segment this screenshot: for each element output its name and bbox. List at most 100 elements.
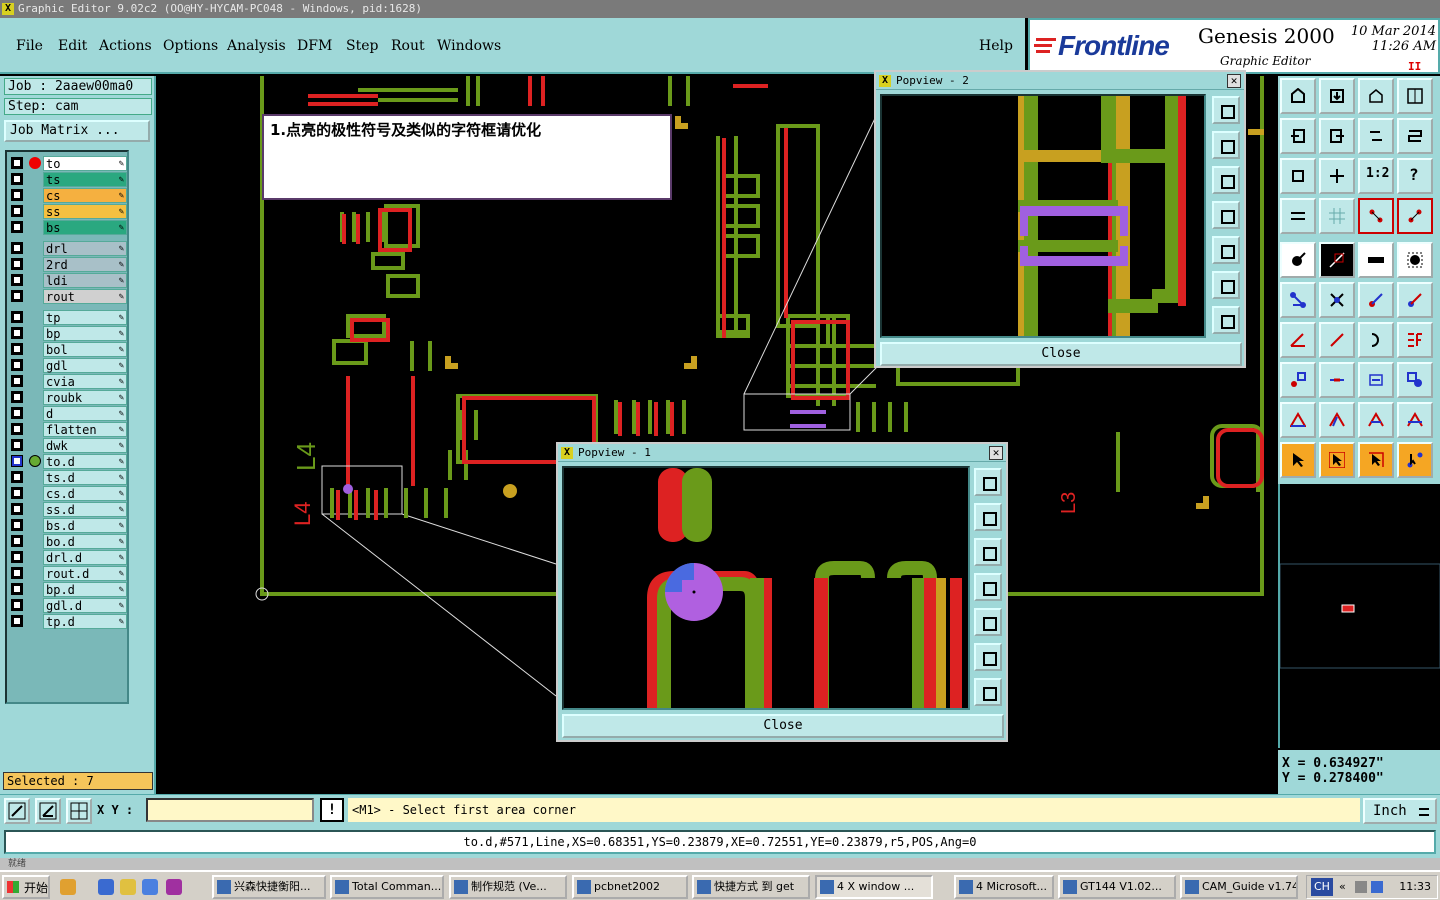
tray-chevron-icon[interactable]: « (1339, 876, 1346, 898)
layer-checkbox[interactable] (11, 535, 23, 547)
home-view-button[interactable] (1358, 78, 1394, 114)
layer-checkbox[interactable] (11, 487, 23, 499)
layer-row-ts-d[interactable]: ts.d ✎ (9, 470, 127, 485)
layer-checkbox[interactable] (11, 407, 23, 419)
select-pointer-button[interactable] (1280, 442, 1316, 478)
popview-1-canvas[interactable] (562, 466, 970, 710)
route-button[interactable] (1358, 282, 1394, 318)
menu-step[interactable]: Step (346, 38, 378, 54)
menu-help[interactable]: Help (979, 38, 1013, 54)
layer-checkbox[interactable] (11, 173, 23, 185)
popview-pan-right-button[interactable] (1212, 236, 1240, 264)
ruler-button[interactable] (1358, 242, 1394, 278)
shape-button[interactable] (1280, 362, 1316, 398)
popview-pan-up-button[interactable] (974, 503, 1002, 531)
layer-checkbox[interactable] (11, 311, 23, 323)
start-button[interactable]: 开始 (2, 875, 50, 899)
layer-checkbox[interactable] (11, 375, 23, 387)
layer-row-ldi[interactable]: ldi ✎ (9, 273, 127, 288)
job-matrix-button[interactable]: Job Matrix ... (4, 120, 150, 142)
layer-checkbox[interactable] (11, 391, 23, 403)
popview-zoom-out-button[interactable] (974, 678, 1002, 706)
layer-checkbox[interactable] (11, 274, 23, 286)
angle-button[interactable] (1280, 322, 1316, 358)
layer-checkbox[interactable] (11, 567, 23, 579)
layer-row-ss-d[interactable]: ss.d ✎ (9, 502, 127, 517)
net-highlight-button[interactable] (1358, 198, 1394, 234)
pan-right-button[interactable] (1319, 118, 1355, 154)
layer-checkbox[interactable] (11, 221, 23, 233)
popview-pan-left-button[interactable] (1212, 201, 1240, 229)
layer-checkbox[interactable] (11, 290, 23, 302)
ie-icon[interactable] (98, 879, 114, 895)
layer-row-bol[interactable]: bol ✎ (9, 342, 127, 357)
popview-zoom-in-button[interactable] (974, 643, 1002, 671)
group-button[interactable] (1397, 362, 1433, 398)
help-button[interactable]: ? (1397, 158, 1433, 194)
pause-icon[interactable]: II (1408, 60, 1421, 73)
taskbar-item[interactable]: 兴森快捷衡阳... (212, 875, 326, 899)
zoom-box-button[interactable] (4, 798, 30, 824)
draw-line-button[interactable] (1319, 242, 1355, 278)
popview-pan-left-button[interactable] (974, 573, 1002, 601)
text-button[interactable] (1397, 322, 1433, 358)
popview-zoom-out-button[interactable] (1212, 306, 1240, 334)
layer-row-gdl[interactable]: gdl ✎ (9, 358, 127, 373)
popview-zoom-fit-button[interactable] (974, 468, 1002, 496)
grid-toggle-button[interactable] (66, 798, 92, 824)
layer-row-drl-d[interactable]: drl.d ✎ (9, 550, 127, 565)
layer-row-to-d[interactable]: to.d ✎ (9, 454, 127, 469)
menu-options[interactable]: Options (163, 38, 218, 54)
layer-row-rout[interactable]: rout ✎ (9, 289, 127, 304)
triangle-tool-button[interactable] (1280, 402, 1316, 438)
layer-row-bs[interactable]: bs ✎ (9, 220, 127, 235)
input-language[interactable]: CH (1311, 878, 1333, 896)
triangle-tool-2-button[interactable] (1319, 402, 1355, 438)
popview-1-close-icon[interactable]: ✕ (989, 446, 1003, 460)
layer-row-cs[interactable]: cs ✎ (9, 188, 127, 203)
split-view-button[interactable] (1397, 78, 1433, 114)
route-2-button[interactable] (1397, 282, 1433, 318)
taskbar-item[interactable]: 4 Microsoft... (954, 875, 1054, 899)
menu-analysis[interactable]: Analysis (227, 38, 286, 54)
popview-2-close-icon[interactable]: ✕ (1227, 74, 1241, 88)
unit-selector[interactable]: Inch (1363, 798, 1437, 824)
xy-input[interactable] (146, 798, 314, 822)
layer-row-2rd[interactable]: 2rd ✎ (9, 257, 127, 272)
select-polygon-button[interactable] (1358, 442, 1394, 478)
layer-row-bs-d[interactable]: bs.d ✎ (9, 518, 127, 533)
layer-checkbox[interactable] (11, 157, 23, 169)
popview-2-close-button[interactable]: Close (880, 342, 1242, 366)
layer-checkbox[interactable] (11, 455, 23, 467)
zoom-1-2-button[interactable]: 1:2 (1358, 158, 1394, 194)
select-net-button[interactable] (1397, 442, 1433, 478)
measure-button[interactable] (1280, 242, 1316, 278)
snap-grid-button[interactable] (35, 798, 61, 824)
layer-row-ss[interactable]: ss ✎ (9, 204, 127, 219)
layer-row-ts[interactable]: ts ✎ (9, 172, 127, 187)
fit-screen-button[interactable] (1280, 158, 1316, 194)
layer-checkbox[interactable] (11, 615, 23, 627)
menu-dfm[interactable]: DFM (297, 38, 332, 54)
layer-checkbox[interactable] (11, 242, 23, 254)
snap-button[interactable] (1280, 198, 1316, 234)
popview-zoom-fit-button[interactable] (1212, 96, 1240, 124)
layer-row-tp[interactable]: tp ✎ (9, 310, 127, 325)
layer-row-cvia[interactable]: cvia ✎ (9, 374, 127, 389)
layer-row-bo-d[interactable]: bo.d ✎ (9, 534, 127, 549)
swap-button[interactable] (1358, 118, 1394, 154)
layer-row-flatten[interactable]: flatten ✎ (9, 422, 127, 437)
zoom-area-button[interactable] (1319, 158, 1355, 194)
layer-row-rout-d[interactable]: rout.d ✎ (9, 566, 127, 581)
volume-icon[interactable] (1371, 881, 1383, 893)
menu-rout[interactable]: Rout (391, 38, 425, 54)
popview-pan-right-button[interactable] (974, 608, 1002, 636)
menu-edit[interactable]: Edit (58, 38, 87, 54)
triangle-tool-4-button[interactable] (1397, 402, 1433, 438)
layer-checkbox[interactable] (11, 471, 23, 483)
layer-row-bp-d[interactable]: bp.d ✎ (9, 582, 127, 597)
layer-checkbox[interactable] (11, 503, 23, 515)
grid-button[interactable] (1319, 198, 1355, 234)
menu-file[interactable]: File (16, 38, 43, 54)
slope-button[interactable] (1319, 322, 1355, 358)
